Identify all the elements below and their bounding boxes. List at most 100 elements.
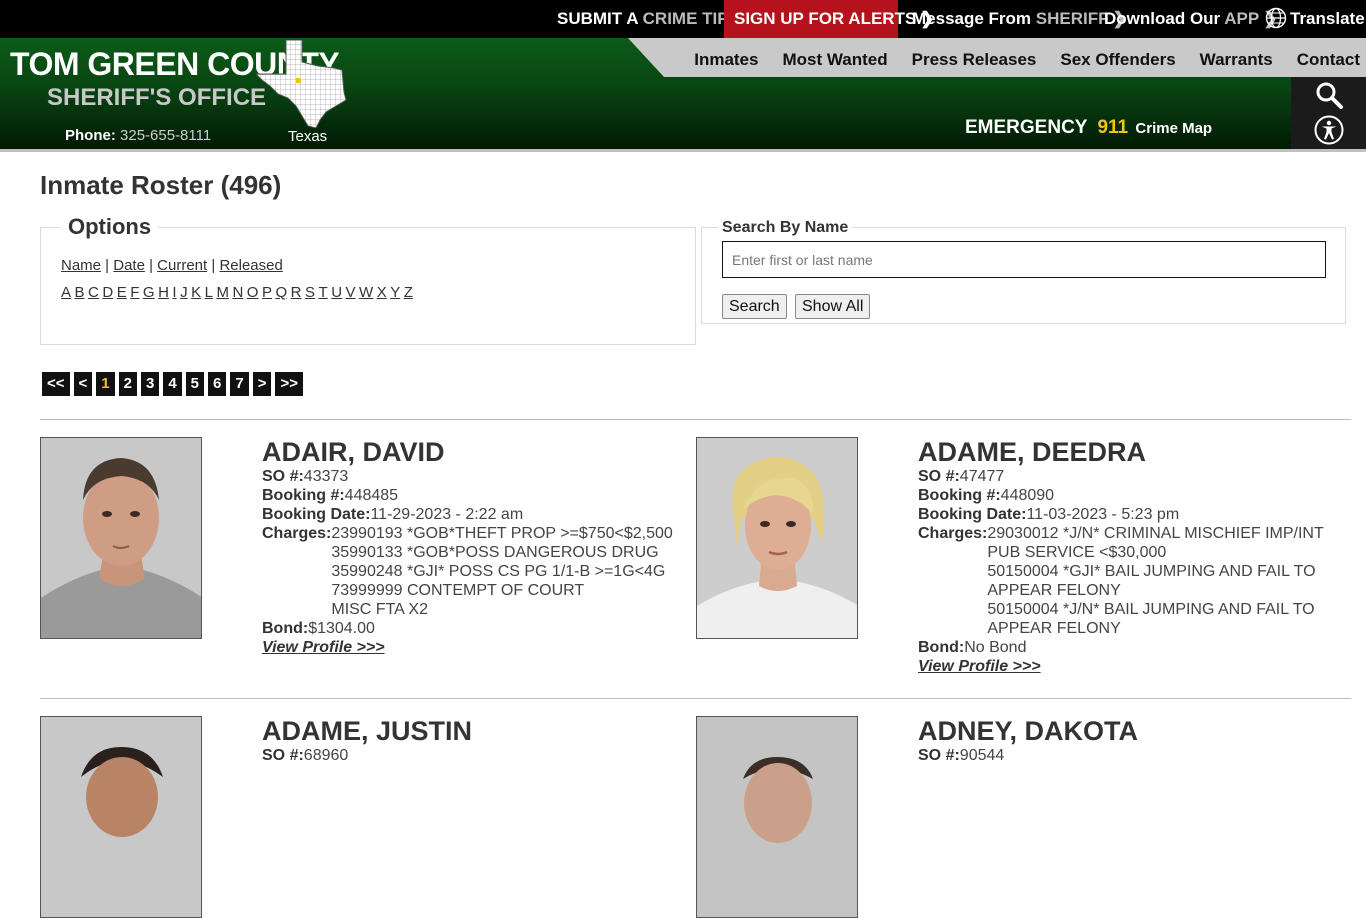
so-label: SO #: <box>918 468 960 485</box>
page-button[interactable]: < <box>73 372 93 396</box>
booking-number-row: Booking #:448090 <box>918 486 1338 505</box>
letter-filter-g[interactable]: G <box>143 284 155 301</box>
letter-filter-n[interactable]: N <box>232 284 243 301</box>
booking-number: 448485 <box>344 487 399 504</box>
page-button[interactable]: 3 <box>140 372 160 396</box>
inmate-photo[interactable] <box>696 437 858 639</box>
options-legend: Options <box>61 214 159 240</box>
show-all-button[interactable]: Show All <box>795 294 871 319</box>
booking-date: 11-03-2023 - 5:23 pm <box>1026 506 1180 523</box>
phone-number[interactable]: 325-655-8111 <box>120 127 211 144</box>
page-button[interactable]: 4 <box>163 372 182 396</box>
letter-filter-l[interactable]: L <box>205 284 213 301</box>
letter-filter-e[interactable]: E <box>117 284 127 301</box>
sign-up-alerts-link[interactable]: SIGN UP FOR ALERTS ❯ <box>724 0 935 38</box>
accessibility-icon[interactable] <box>1314 115 1344 145</box>
page-button[interactable]: > <box>252 372 272 396</box>
charge-line: 50150004 *GJI* BAIL JUMPING AND FAIL TO <box>987 563 1316 580</box>
booking-date: 11-29-2023 - 2:22 am <box>370 506 524 523</box>
charge-line: APPEAR FELONY <box>987 582 1121 599</box>
divider <box>40 419 1351 420</box>
main-nav: Inmates Most Wanted Press Releases Sex O… <box>628 38 1366 77</box>
letter-filter-i[interactable]: I <box>172 284 176 301</box>
alerts-text: SIGN UP FOR ALERTS <box>734 9 917 28</box>
letter-filter-q[interactable]: Q <box>275 284 287 301</box>
letter-filter-z[interactable]: Z <box>404 284 413 301</box>
letter-filter-p[interactable]: P <box>262 284 272 301</box>
translate-link[interactable]: Translate <box>1255 0 1366 38</box>
letter-filter-o[interactable]: O <box>247 284 259 301</box>
view-profile-link[interactable]: View Profile >>> <box>918 657 1041 676</box>
page-button[interactable]: 5 <box>185 372 205 396</box>
translate-text: Translate <box>1290 9 1365 28</box>
search-by-name-panel: Search By Name Search Show All <box>701 219 1346 324</box>
booking-label: Booking #: <box>262 487 345 504</box>
globe-icon <box>1265 7 1287 29</box>
texas-map-icon <box>256 40 347 128</box>
letter-filter-s[interactable]: S <box>305 284 315 301</box>
so-number: 43373 <box>303 468 349 485</box>
charge-line: 23990193 *GOB*THEFT PROP >=$750<$2,500 <box>331 525 673 542</box>
charge-line: PUB SERVICE <$30,000 <box>987 544 1167 561</box>
nav-contact[interactable]: Contact <box>1285 38 1366 77</box>
inmate-photo[interactable] <box>40 437 202 639</box>
so-number-row: SO #:43373 <box>262 467 682 486</box>
inmate-photo[interactable] <box>40 716 202 918</box>
nav-press-releases[interactable]: Press Releases <box>900 38 1049 77</box>
letter-filter-y[interactable]: Y <box>390 284 400 301</box>
letter-filter-c[interactable]: C <box>88 284 99 301</box>
letter-filter-x[interactable]: X <box>377 284 387 301</box>
nav-inmates[interactable]: Inmates <box>682 38 770 77</box>
page-button[interactable]: << <box>42 372 70 396</box>
brand-subtitle[interactable]: SHERIFF'S OFFICE <box>47 84 266 112</box>
letter-filter-b[interactable]: B <box>75 284 85 301</box>
bond-label: Bond: <box>262 620 309 637</box>
filter-released-link[interactable]: Released <box>219 257 282 274</box>
nav-warrants[interactable]: Warrants <box>1188 38 1285 77</box>
sort-by-date-link[interactable]: Date <box>113 257 145 274</box>
page-button[interactable]: 7 <box>230 372 249 396</box>
letter-filter-w[interactable]: W <box>359 284 373 301</box>
page-button[interactable]: 2 <box>118 372 137 396</box>
inmate-photo[interactable] <box>696 716 858 918</box>
bond-row: Bond:$1304.00 <box>262 619 682 638</box>
sort-by-name-link[interactable]: Name <box>61 257 101 274</box>
so-number: 47477 <box>959 468 1005 485</box>
nav-most-wanted[interactable]: Most Wanted <box>770 38 899 77</box>
inmate-name: ADAME, DEEDRA <box>918 437 1147 467</box>
letter-filter-j[interactable]: J <box>180 284 188 301</box>
nav-sex-offenders[interactable]: Sex Offenders <box>1048 38 1187 77</box>
emergency-number[interactable]: 911 <box>1097 117 1128 138</box>
letter-filter-v[interactable]: V <box>346 284 356 301</box>
page-title: Inmate Roster (496) <box>40 170 282 200</box>
bond-label: Bond: <box>918 639 965 656</box>
letter-filter-a[interactable]: A <box>61 284 71 301</box>
letter-filter-t[interactable]: T <box>319 284 328 301</box>
inmate-info: ADAIR, DAVID SO #:43373 Booking #:448485… <box>262 437 682 657</box>
alphabet-filter: ABCDEFGHIJKLMNOPQRSTUVWXYZ <box>61 284 416 301</box>
letter-filter-u[interactable]: U <box>331 284 342 301</box>
letter-filter-r[interactable]: R <box>291 284 302 301</box>
bond-row: Bond:No Bond <box>918 638 1338 657</box>
search-icon[interactable] <box>1315 81 1343 109</box>
page-button[interactable]: >> <box>275 372 303 396</box>
filter-current-link[interactable]: Current <box>157 257 207 274</box>
crime-tip-text-b: CRIME TIP <box>642 9 729 28</box>
letter-filter-d[interactable]: D <box>102 284 113 301</box>
download-text: Download Our <box>1104 9 1221 28</box>
so-label: SO #: <box>262 747 304 764</box>
inmate-name: ADAME, JUSTIN <box>262 716 473 746</box>
letter-filter-f[interactable]: F <box>130 284 139 301</box>
page-button[interactable]: 1 <box>96 372 115 396</box>
letter-filter-m[interactable]: M <box>216 284 229 301</box>
letter-filter-k[interactable]: K <box>191 284 201 301</box>
crime-map-link[interactable]: Crime Map <box>1135 120 1212 137</box>
so-number: 90544 <box>959 747 1005 764</box>
view-profile-link[interactable]: View Profile >>> <box>262 638 385 657</box>
search-name-input[interactable] <box>722 241 1326 278</box>
state-label: Texas <box>288 128 328 145</box>
page-button[interactable]: 6 <box>208 372 227 396</box>
search-button[interactable]: Search <box>722 294 787 319</box>
letter-filter-h[interactable]: H <box>158 284 169 301</box>
booking-date-row: Booking Date:11-03-2023 - 5:23 pm <box>918 505 1338 524</box>
